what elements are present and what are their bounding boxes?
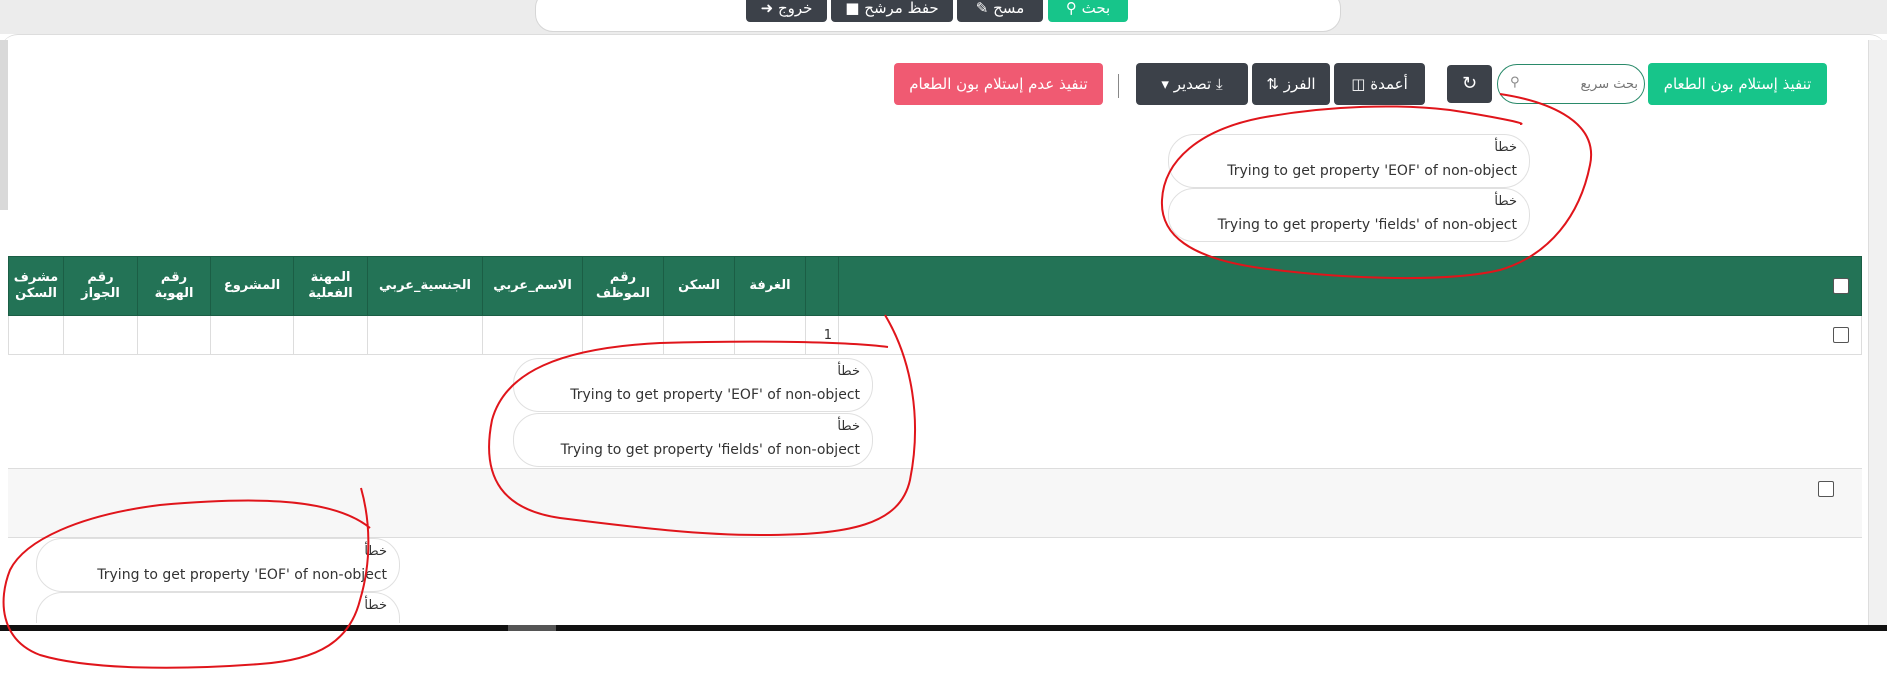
search-button-label: بحث bbox=[1081, 0, 1111, 17]
table-cell bbox=[63, 315, 138, 355]
table-cell bbox=[367, 315, 483, 355]
columns-icon: ◫ bbox=[1351, 75, 1366, 93]
row-select-cell bbox=[838, 315, 1862, 355]
table-cell bbox=[663, 315, 735, 355]
error-message: Trying to get property 'fields' of non-o… bbox=[560, 442, 860, 458]
table-cell bbox=[8, 315, 64, 355]
error-message: Trying to get property 'EOF' of non-obje… bbox=[97, 567, 387, 583]
row-index: 1 bbox=[805, 315, 839, 355]
export-button[interactable]: ▾ تصدير ⤓ bbox=[1136, 63, 1248, 105]
row-checkbox[interactable] bbox=[1833, 327, 1849, 343]
col-housing[interactable]: السكن bbox=[663, 256, 735, 316]
error-alert: خطأ bbox=[36, 592, 400, 623]
error-title: خطأ bbox=[837, 419, 860, 434]
exit-icon: ➜ bbox=[760, 0, 774, 17]
error-alert: خطأ Trying to get property 'fields' of n… bbox=[513, 413, 873, 467]
col-nationality[interactable]: الجنسية_عربي bbox=[367, 256, 483, 316]
table-row[interactable] bbox=[8, 468, 1862, 538]
error-title: خطأ bbox=[1494, 194, 1517, 209]
not-receive-meal-button[interactable]: تنفيذ عدم إستلام بون الطعام bbox=[894, 63, 1103, 105]
quick-search[interactable]: ⚲ bbox=[1497, 64, 1645, 104]
search-icon: ⚲ bbox=[1510, 75, 1520, 90]
error-message: Trying to get property 'fields' of non-o… bbox=[1217, 217, 1517, 233]
col-passport-number[interactable]: رقم الجواز bbox=[63, 256, 138, 316]
row-checkbox[interactable] bbox=[1818, 481, 1834, 497]
table-cell bbox=[734, 315, 806, 355]
error-message: Trying to get property 'EOF' of non-obje… bbox=[570, 387, 860, 403]
save-filter-button[interactable]: ■ حفظ مرشح bbox=[831, 0, 953, 22]
not-receive-meal-label: تنفيذ عدم إستلام بون الطعام bbox=[909, 75, 1088, 93]
receive-meal-button[interactable]: تنفيذ إستلام بون الطعام bbox=[1648, 63, 1827, 105]
col-room[interactable]: الغرفة bbox=[734, 256, 806, 316]
error-title: خطأ bbox=[1494, 140, 1517, 155]
table-cell bbox=[582, 315, 664, 355]
horizontal-scrollbar-thumb[interactable] bbox=[508, 625, 556, 631]
search-icon: ⚲ bbox=[1065, 0, 1077, 17]
columns-button[interactable]: ◫ أعمدة bbox=[1334, 63, 1425, 105]
col-housing-supervisor[interactable]: مشرف السكن bbox=[8, 256, 64, 316]
save-filter-label: حفظ مرشح bbox=[864, 0, 939, 17]
clear-button[interactable]: ✎ مسح bbox=[957, 0, 1043, 22]
col-arabic-name[interactable]: الاسم_عربي bbox=[482, 256, 583, 316]
table-header-row: مشرف السكن رقم الجواز رقم الهوية المشروع… bbox=[8, 256, 1862, 316]
sort-label: الفرز bbox=[1283, 75, 1316, 93]
caret-down-icon: ▾ bbox=[1161, 75, 1169, 93]
col-index bbox=[805, 256, 839, 316]
download-icon: ⤓ bbox=[1215, 75, 1223, 93]
col-project[interactable]: المشروع bbox=[210, 256, 294, 316]
table-cell bbox=[210, 315, 294, 355]
error-title: خطأ bbox=[364, 598, 387, 613]
clear-button-label: مسح bbox=[993, 0, 1025, 17]
col-id-number[interactable]: رقم الهوية bbox=[137, 256, 211, 316]
sort-icon: ⇅ bbox=[1266, 75, 1279, 93]
vertical-scrollbar[interactable] bbox=[1868, 40, 1887, 625]
table-cell bbox=[482, 315, 583, 355]
select-all-checkbox[interactable] bbox=[1833, 277, 1849, 294]
error-message: Trying to get property 'EOF' of non-obje… bbox=[1227, 163, 1517, 179]
receive-meal-label: تنفيذ إستلام بون الطعام bbox=[1663, 75, 1812, 93]
error-alert: خطأ Trying to get property 'EOF' of non-… bbox=[1168, 134, 1530, 188]
search-button[interactable]: ⚲ بحث bbox=[1048, 0, 1128, 22]
error-title: خطأ bbox=[364, 544, 387, 559]
table-cell bbox=[293, 315, 368, 355]
eraser-icon: ✎ bbox=[975, 0, 989, 17]
exit-button-label: خروج bbox=[777, 0, 813, 17]
select-all-cell bbox=[838, 256, 1862, 316]
columns-label: أعمدة bbox=[1370, 75, 1408, 93]
error-title: خطأ bbox=[837, 364, 860, 379]
exit-button[interactable]: ➜ خروج bbox=[746, 0, 827, 22]
search-input[interactable] bbox=[1528, 67, 1640, 101]
col-actual-profession[interactable]: المهنة الفعلية bbox=[293, 256, 368, 316]
table-cell bbox=[137, 315, 211, 355]
left-scroll-edge bbox=[0, 40, 8, 210]
save-icon: ■ bbox=[845, 0, 860, 17]
refresh-button[interactable]: ↻ bbox=[1447, 65, 1492, 103]
toolbar-separator bbox=[1118, 74, 1119, 98]
horizontal-scrollbar[interactable] bbox=[0, 625, 1887, 631]
table-row[interactable]: 1 bbox=[8, 315, 1862, 355]
refresh-icon: ↻ bbox=[1461, 73, 1478, 94]
export-label: تصدير bbox=[1173, 75, 1212, 93]
error-alert: خطأ Trying to get property 'EOF' of non-… bbox=[513, 358, 873, 412]
error-alert: خطأ Trying to get property 'EOF' of non-… bbox=[36, 538, 400, 592]
sort-button[interactable]: ⇅ الفرز bbox=[1252, 63, 1330, 105]
error-alert: خطأ Trying to get property 'fields' of n… bbox=[1168, 188, 1530, 242]
data-table: مشرف السكن رقم الجواز رقم الهوية المشروع… bbox=[8, 256, 1862, 355]
col-employee-number[interactable]: رقم الموظف bbox=[582, 256, 664, 316]
